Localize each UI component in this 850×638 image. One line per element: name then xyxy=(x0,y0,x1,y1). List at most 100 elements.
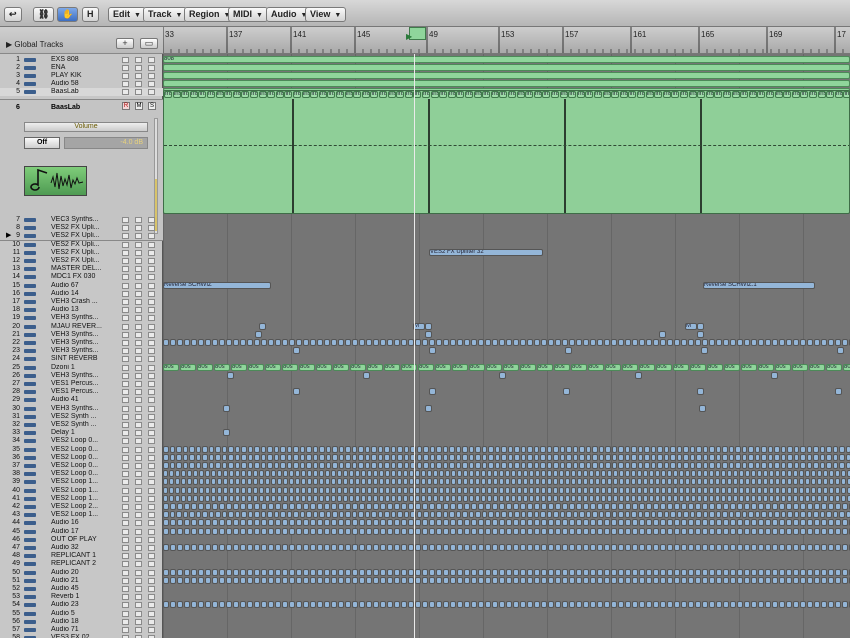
audio-region[interactable] xyxy=(170,576,176,584)
audio-region[interactable] xyxy=(487,470,492,478)
audio-region[interactable] xyxy=(660,601,666,609)
audio-region[interactable] xyxy=(590,519,596,527)
audio-region[interactable] xyxy=(427,494,432,502)
audio-region[interactable] xyxy=(793,576,799,584)
audio-region[interactable] xyxy=(331,478,336,486)
audio-region[interactable] xyxy=(540,445,546,453)
mute-button[interactable] xyxy=(135,364,142,371)
audio-region[interactable] xyxy=(701,347,708,355)
audio-region[interactable] xyxy=(775,494,780,502)
audio-region[interactable] xyxy=(468,511,474,519)
audio-region[interactable] xyxy=(592,462,598,469)
audio-region[interactable] xyxy=(541,486,546,494)
audio-region[interactable] xyxy=(823,470,828,478)
audio-region[interactable] xyxy=(685,470,690,478)
inst-region[interactable]: Inst xyxy=(766,91,774,98)
audio-region[interactable] xyxy=(289,494,294,502)
audio-region[interactable] xyxy=(367,486,372,494)
audio-region[interactable] xyxy=(397,470,402,478)
audio-region[interactable] xyxy=(839,445,845,453)
dzoni-region[interactable]: 80s xyxy=(486,363,502,371)
audio-region[interactable] xyxy=(811,470,816,478)
audio-region[interactable] xyxy=(366,339,372,346)
audio-region[interactable] xyxy=(667,544,673,551)
audio-region[interactable] xyxy=(805,478,810,486)
audio-region[interactable] xyxy=(769,494,774,502)
audio-region[interactable] xyxy=(650,511,656,519)
audio-region[interactable] xyxy=(723,339,729,346)
audio-region[interactable] xyxy=(751,576,757,584)
audio-region[interactable] xyxy=(511,494,516,502)
audio-region[interactable] xyxy=(310,339,316,346)
audio-region[interactable] xyxy=(422,601,428,609)
audio-region[interactable] xyxy=(195,445,201,453)
audio-region[interactable] xyxy=(385,478,390,486)
audio-region[interactable] xyxy=(723,527,729,535)
audio-region[interactable] xyxy=(310,519,316,527)
audio-region[interactable] xyxy=(345,462,351,469)
audio-region[interactable] xyxy=(765,568,771,576)
audio-region[interactable] xyxy=(683,445,689,453)
audio-region[interactable] xyxy=(303,568,309,576)
audio-region[interactable] xyxy=(604,568,610,576)
audio-region[interactable] xyxy=(569,339,575,346)
audio-region[interactable] xyxy=(632,519,638,527)
track-header-row[interactable]: 49 REPLICANT 2 xyxy=(0,560,163,568)
audio-region[interactable] xyxy=(475,511,481,519)
audio-region[interactable] xyxy=(689,511,695,519)
audio-region[interactable] xyxy=(793,486,798,494)
audio-region[interactable] xyxy=(443,527,449,535)
audio-region[interactable] xyxy=(793,478,798,486)
audio-region[interactable] xyxy=(832,462,838,469)
audio-region[interactable] xyxy=(387,601,393,609)
audio-region[interactable] xyxy=(338,511,344,519)
audio-region[interactable] xyxy=(184,601,190,609)
audio-region[interactable] xyxy=(653,568,659,576)
audio-region[interactable] xyxy=(625,519,631,527)
audio-region[interactable] xyxy=(637,478,642,486)
audio-region[interactable] xyxy=(289,486,294,494)
audio-region[interactable] xyxy=(338,445,344,453)
audio-region[interactable] xyxy=(373,470,378,478)
audio-region[interactable] xyxy=(306,445,312,453)
audio-region[interactable] xyxy=(175,486,180,494)
audio-region[interactable] xyxy=(481,453,487,461)
solo-button[interactable] xyxy=(148,545,155,551)
inst-region[interactable]: Inst xyxy=(594,91,602,98)
timeline-ruler[interactable]: 33 137 141 145 49 153 157 161 165 169 17 ▶ xyxy=(163,27,850,54)
audio-region[interactable] xyxy=(352,601,358,609)
volume-value[interactable]: -4.0 dB xyxy=(64,137,148,149)
audio-region[interactable] xyxy=(325,494,330,502)
record-enable-button[interactable] xyxy=(122,430,129,437)
track-header-row[interactable]: 18 Audio 13 xyxy=(0,306,163,314)
audio-region[interactable] xyxy=(761,445,767,453)
audio-region[interactable] xyxy=(254,576,260,584)
audio-region[interactable] xyxy=(436,576,442,584)
audio-region[interactable] xyxy=(814,503,820,510)
audio-region[interactable] xyxy=(576,576,582,584)
audio-region[interactable] xyxy=(223,429,230,437)
audio-region[interactable] xyxy=(611,601,617,609)
track-header-row[interactable]: 27 VES1 Percus... xyxy=(0,380,163,388)
audio-region[interactable] xyxy=(604,519,610,527)
global-tracks-header[interactable]: ▶ Global Tracks + ▭ xyxy=(0,27,163,54)
audio-region[interactable] xyxy=(177,527,183,535)
audio-region[interactable] xyxy=(683,511,689,519)
audio-region[interactable] xyxy=(611,511,617,519)
audio-region[interactable] xyxy=(758,519,764,527)
audio-region[interactable] xyxy=(429,511,435,519)
audio-region[interactable] xyxy=(464,339,470,346)
audio-region[interactable] xyxy=(319,470,324,478)
audio-region[interactable] xyxy=(208,511,214,519)
audio-region[interactable] xyxy=(829,494,834,502)
audio-region[interactable] xyxy=(319,511,325,519)
audio-region[interactable] xyxy=(429,339,435,346)
inst-region[interactable]: Inst xyxy=(611,91,620,98)
audio-region[interactable] xyxy=(779,339,785,346)
audio-region[interactable] xyxy=(643,470,648,478)
audio-region[interactable] xyxy=(572,462,578,469)
audio-region[interactable] xyxy=(163,462,169,469)
audio-region[interactable] xyxy=(439,470,444,478)
audio-region[interactable] xyxy=(505,486,510,494)
audio-region[interactable] xyxy=(613,494,618,502)
